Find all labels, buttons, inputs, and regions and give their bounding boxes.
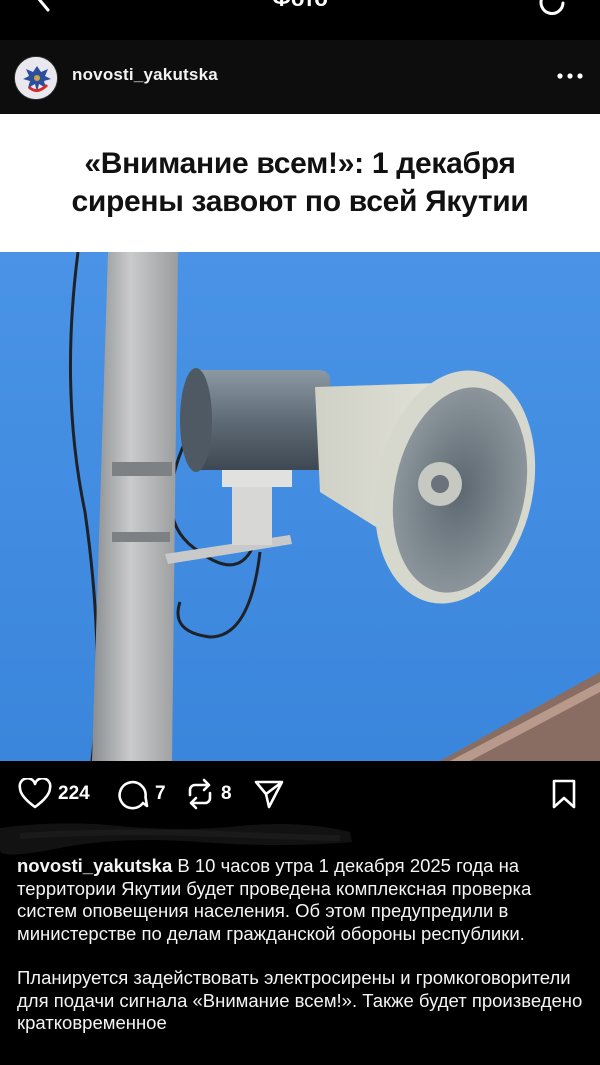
like-count: 224 (58, 783, 90, 804)
post-header: novosti_yakutska (0, 40, 600, 114)
siren-photo-image (0, 252, 600, 761)
repost-icon[interactable] (185, 778, 215, 810)
top-bar: Фото (0, 0, 600, 40)
like-action[interactable]: 224 (18, 778, 90, 810)
share-action[interactable] (253, 778, 285, 810)
chevron-left-icon[interactable] (28, 0, 58, 14)
comment-action[interactable]: 7 (117, 778, 166, 810)
caption-paragraph-1: novosti_yakutska В 10 часов утра 1 декаб… (17, 855, 587, 945)
redaction-scribble (0, 823, 352, 855)
repost-count: 8 (221, 783, 232, 804)
heart-icon[interactable] (18, 778, 52, 810)
reload-icon[interactable] (535, 0, 569, 20)
comment-icon[interactable] (117, 778, 149, 810)
save-action[interactable] (550, 778, 578, 810)
caption-username[interactable]: novosti_yakutska (17, 855, 172, 876)
avatar[interactable] (14, 56, 58, 100)
post-caption: novosti_yakutska В 10 часов утра 1 декаб… (17, 855, 587, 1057)
more-dots-icon[interactable] (552, 64, 588, 88)
caption-paragraph-2: Планируется задействовать электросирены … (17, 967, 583, 1033)
repost-action[interactable]: 8 (185, 778, 232, 810)
headline-line-2: сирены завоют по всей Якутии (71, 185, 529, 218)
comment-count: 7 (155, 783, 166, 804)
bookmark-icon[interactable] (550, 778, 578, 810)
post-headline: «Внимание всем!»: 1 декабря сирены завою… (0, 114, 600, 252)
screen-title: Фото (250, 0, 350, 12)
headline-line-1: «Внимание всем!»: 1 декабря (84, 147, 516, 180)
post-username[interactable]: novosti_yakutska (72, 65, 218, 85)
post-photo[interactable] (0, 252, 600, 761)
send-icon[interactable] (253, 778, 285, 810)
eagle-logo-icon (15, 57, 57, 99)
